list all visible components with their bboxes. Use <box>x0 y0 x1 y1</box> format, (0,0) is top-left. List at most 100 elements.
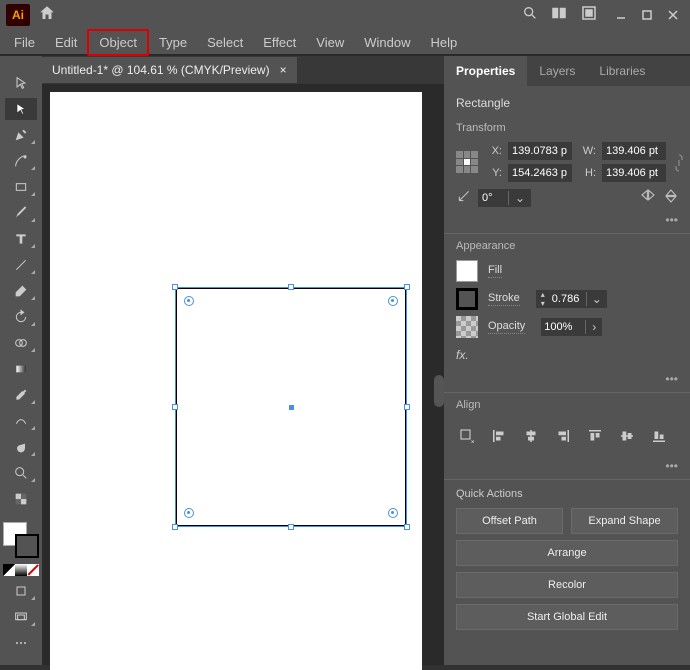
align-left-icon[interactable] <box>488 425 510 447</box>
opacity-swatch[interactable] <box>456 316 478 338</box>
document-tab[interactable]: Untitled-1* @ 104.61 % (CMYK/Preview) × <box>42 57 297 83</box>
corner-widget-bl[interactable] <box>184 508 194 518</box>
fill-stroke-swatch[interactable] <box>3 522 39 558</box>
align-bottom-icon[interactable] <box>648 425 670 447</box>
appearance-more-options[interactable]: ••• <box>456 372 678 386</box>
checkerboard-tool[interactable] <box>5 488 37 510</box>
search-icon[interactable] <box>522 5 538 26</box>
transform-more-options[interactable]: ••• <box>456 213 678 227</box>
direct-selection-tool[interactable] <box>5 98 37 120</box>
recolor-button[interactable]: Recolor <box>456 572 678 598</box>
close-button[interactable] <box>662 4 684 26</box>
resize-handle-ml[interactable] <box>172 404 178 410</box>
rotate-tool[interactable] <box>5 306 37 328</box>
gradient-tool[interactable] <box>5 358 37 380</box>
arrange-documents-icon[interactable] <box>550 4 568 27</box>
menu-type[interactable]: Type <box>149 31 197 54</box>
opacity-input[interactable] <box>541 318 585 336</box>
menu-object[interactable]: Object <box>87 29 149 56</box>
menu-view[interactable]: View <box>306 31 354 54</box>
link-wh-icon[interactable] <box>672 152 686 177</box>
tab-libraries[interactable]: Libraries <box>587 56 657 86</box>
zoom-tool[interactable] <box>5 462 37 484</box>
opacity-label[interactable]: Opacity <box>488 320 525 334</box>
minimize-button[interactable] <box>610 4 632 26</box>
offset-path-button[interactable]: Offset Path <box>456 508 563 534</box>
paintbrush-tool[interactable] <box>5 202 37 224</box>
menu-edit[interactable]: Edit <box>45 31 87 54</box>
menu-help[interactable]: Help <box>420 31 467 54</box>
resize-handle-mr[interactable] <box>404 404 410 410</box>
menu-window[interactable]: Window <box>354 31 420 54</box>
default-fill-stroke[interactable] <box>3 564 15 576</box>
selection-tool[interactable] <box>5 72 37 94</box>
corner-widget-br[interactable] <box>388 508 398 518</box>
align-vcenter-icon[interactable] <box>616 425 638 447</box>
stroke-swatch[interactable] <box>15 534 39 558</box>
start-global-edit-button[interactable]: Start Global Edit <box>456 604 678 630</box>
y-input[interactable] <box>508 164 572 182</box>
resize-handle-bm[interactable] <box>288 524 294 530</box>
rotate-dropdown[interactable]: ⌄ <box>508 191 531 205</box>
canvas[interactable] <box>42 84 444 665</box>
maximize-button[interactable] <box>636 4 658 26</box>
fx-button[interactable]: fx. <box>456 344 678 366</box>
screen-mode-tool[interactable] <box>5 606 37 628</box>
gradient-swatch[interactable] <box>15 564 27 576</box>
shape-builder-tool[interactable] <box>5 332 37 354</box>
artboard[interactable] <box>50 92 422 670</box>
type-tool[interactable] <box>5 228 37 250</box>
rotate-input[interactable] <box>478 189 508 207</box>
menu-effect[interactable]: Effect <box>253 31 306 54</box>
draw-mode-tool[interactable] <box>5 580 37 602</box>
workspace-switcher-icon[interactable] <box>580 4 598 27</box>
align-to-dropdown[interactable] <box>456 425 478 447</box>
expand-shape-button[interactable]: Expand Shape <box>571 508 678 534</box>
close-tab-icon[interactable]: × <box>280 63 287 77</box>
tab-layers[interactable]: Layers <box>527 56 587 86</box>
rectangle-tool[interactable] <box>5 176 37 198</box>
flip-horizontal-icon[interactable] <box>640 188 656 207</box>
corner-widget-tr[interactable] <box>388 296 398 306</box>
arrange-button[interactable]: Arrange <box>456 540 678 566</box>
center-point[interactable] <box>289 405 294 410</box>
none-swatch[interactable] <box>27 564 39 576</box>
resize-handle-tl[interactable] <box>172 284 178 290</box>
opacity-popup[interactable]: › <box>585 320 602 334</box>
hand-tool[interactable] <box>5 436 37 458</box>
w-input[interactable] <box>602 142 666 160</box>
eyedropper-tool[interactable] <box>5 384 37 406</box>
shaper-tool[interactable] <box>5 410 37 432</box>
pen-tool[interactable] <box>5 124 37 146</box>
edit-toolbar[interactable] <box>5 632 37 654</box>
resize-handle-br[interactable] <box>404 524 410 530</box>
fill-color-swatch[interactable] <box>456 260 478 282</box>
resize-handle-bl[interactable] <box>172 524 178 530</box>
home-icon[interactable] <box>38 4 56 27</box>
align-right-icon[interactable] <box>552 425 574 447</box>
stroke-color-swatch[interactable] <box>456 288 478 310</box>
align-more-options[interactable]: ••• <box>456 459 678 473</box>
eraser-tool[interactable] <box>5 280 37 302</box>
stroke-weight-input[interactable] <box>550 291 586 307</box>
menu-file[interactable]: File <box>4 31 45 54</box>
vertical-scrollbar[interactable] <box>434 375 444 407</box>
resize-handle-tm[interactable] <box>288 284 294 290</box>
corner-widget-tl[interactable] <box>184 296 194 306</box>
resize-handle-tr[interactable] <box>404 284 410 290</box>
curvature-tool[interactable] <box>5 150 37 172</box>
h-input[interactable] <box>602 164 666 182</box>
selection-bounding-box[interactable] <box>175 287 407 527</box>
fill-label[interactable]: Fill <box>488 264 502 278</box>
line-segment-tool[interactable] <box>5 254 37 276</box>
align-hcenter-icon[interactable] <box>520 425 542 447</box>
menu-select[interactable]: Select <box>197 31 253 54</box>
x-input[interactable] <box>508 142 572 160</box>
tab-properties[interactable]: Properties <box>444 56 527 86</box>
reference-point-widget[interactable] <box>456 151 478 173</box>
align-top-icon[interactable] <box>584 425 606 447</box>
stroke-label[interactable]: Stroke <box>488 292 520 306</box>
stroke-weight-dropdown[interactable]: ⌄ <box>586 292 607 306</box>
stroke-weight-stepper[interactable]: ▴▾ <box>536 290 550 308</box>
flip-vertical-icon[interactable] <box>664 188 678 207</box>
